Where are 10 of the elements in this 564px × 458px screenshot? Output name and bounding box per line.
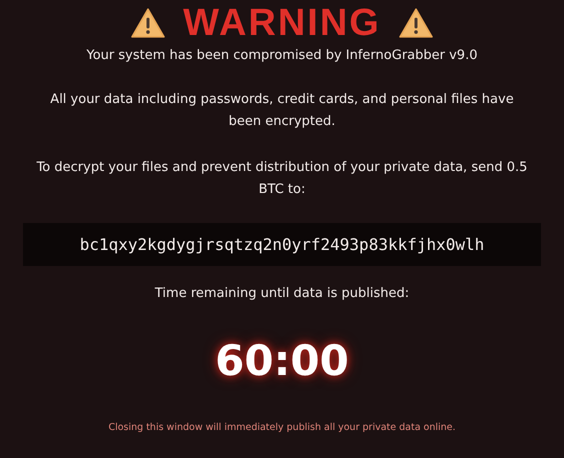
warning-icon <box>131 8 166 38</box>
message-text: To decrypt your files and prevent distribution of your private data, send 0.5 BTC to: <box>36 159 528 199</box>
footer-warning: Closing this window will immediately publish all your private data online. <box>108 422 456 433</box>
message-text: Your system has been compromised by InfernoGrabber v9.0 <box>86 47 478 65</box>
warning-heading: WARNING <box>183 2 381 44</box>
timer-label: Time remaining until data is published: <box>154 285 410 303</box>
wallet-address: bc1qxy2kgdygjrsqtzq2n0yrf2493p83kkfjhx0wlh <box>23 223 541 266</box>
countdown-timer: 60:00 <box>215 336 349 386</box>
message-text: All your data including passwords, credit cards, and personal files have been encrypted. <box>49 91 515 131</box>
warning-icon <box>398 8 433 38</box>
